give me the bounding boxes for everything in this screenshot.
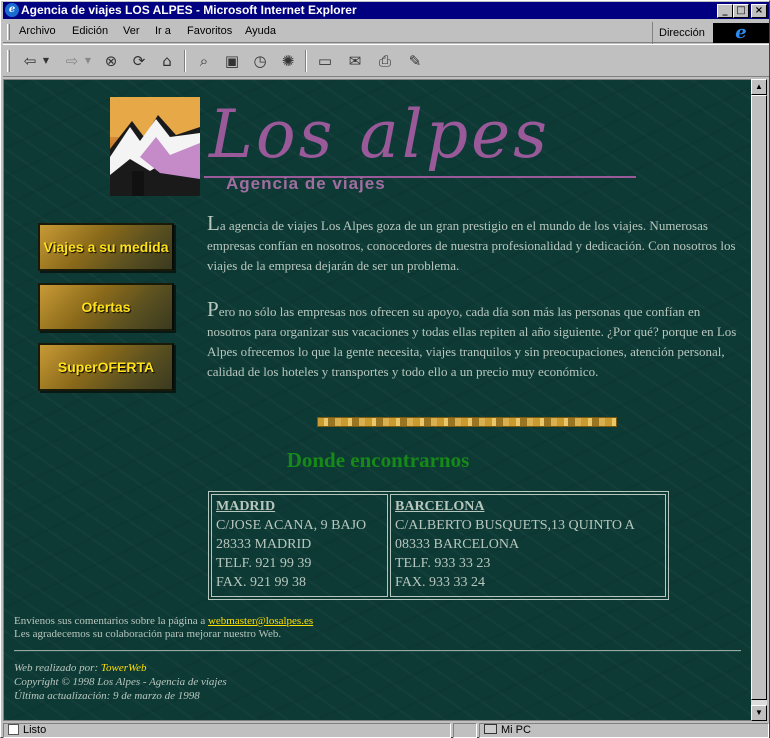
refresh-icon[interactable]: ⟳ xyxy=(128,50,150,72)
office-fax: FAX. 921 99 38 xyxy=(216,575,306,590)
vertical-scrollbar[interactable]: ▲ ▼ xyxy=(751,79,767,721)
nav-label: Ofertas xyxy=(81,298,131,315)
toolbar-separator xyxy=(184,50,186,72)
offices-table: MADRID C/JOSE ACANA, 9 BAJO 28333 MADRID… xyxy=(208,491,669,600)
fullscreen-icon[interactable]: ▭ xyxy=(314,50,336,72)
office-city: BARCELONA xyxy=(395,499,485,514)
minimize-button[interactable]: _ xyxy=(717,4,733,18)
nav-viajes-a-su-medida[interactable]: Viajes a su medida xyxy=(38,223,174,271)
intro-text-2: ero no sólo las empresas nos ofrecen su … xyxy=(207,304,737,379)
computer-icon xyxy=(484,724,497,734)
maximize-button[interactable]: □ xyxy=(733,4,749,18)
back-arrow-icon[interactable]: ⇦ xyxy=(19,50,41,72)
intro-paragraph-1: La agencia de viajes Los Alpes goza de u… xyxy=(207,213,737,276)
office-madrid: MADRID C/JOSE ACANA, 9 BAJO 28333 MADRID… xyxy=(211,494,388,597)
status-text-panel: Listo xyxy=(3,723,451,738)
logo-title: Los alpes xyxy=(209,96,551,173)
menu-grip xyxy=(7,24,10,40)
drop-cap: P xyxy=(207,297,219,321)
towerweb-link[interactable]: TowerWeb xyxy=(101,662,147,674)
toolbar-grip xyxy=(7,50,10,72)
nav-ofertas[interactable]: Ofertas xyxy=(38,283,174,331)
toolbar-separator xyxy=(305,50,307,72)
donde-heading: Donde encontrarnos xyxy=(286,448,470,472)
back-dropdown-icon[interactable]: ▼ xyxy=(41,50,51,72)
scroll-thumb[interactable] xyxy=(751,95,767,700)
favorites-icon[interactable]: ▣ xyxy=(221,50,243,72)
status-text: Listo xyxy=(23,724,47,736)
office-postal: 28333 MADRID xyxy=(216,537,312,552)
comment-thanks: Les agradecemos su colaboración para mej… xyxy=(14,628,282,640)
office-street: C/JOSE ACANA, 9 BAJO xyxy=(216,518,367,533)
horizontal-rule xyxy=(14,650,741,652)
gold-divider xyxy=(317,417,617,427)
office-phone: TELF. 933 33 23 xyxy=(395,556,491,571)
browser-window: e Agencia de viajes LOS ALPES - Microsof… xyxy=(0,0,770,738)
drop-cap: L xyxy=(207,211,220,235)
address-label[interactable]: Dirección xyxy=(659,27,705,39)
webmaster-email-link[interactable]: webmaster@losalpes.es xyxy=(208,615,313,627)
zone-panel: Mi PC xyxy=(479,723,769,738)
page-viewport: Los alpes Agencia de viajes Viajes a su … xyxy=(3,79,751,721)
toolbar: ⇦ ▼ ⇨ ▼ ⊗ ⟳ ⌂ ⌕ ▣ ◷ ✺ ▭ ✉ ⎙ ✎ xyxy=(3,44,769,77)
status-panel xyxy=(453,723,477,738)
office-barcelona: BARCELONA C/ALBERTO BUSQUETS,13 QUINTO A… xyxy=(390,494,666,597)
scroll-up-icon[interactable]: ▲ xyxy=(751,79,767,95)
forward-arrow-icon[interactable]: ⇨ xyxy=(61,50,83,72)
menu-ver[interactable]: Ver xyxy=(123,25,140,37)
stop-icon[interactable]: ⊗ xyxy=(100,50,122,72)
comments-block: Envíenos sus comentarios sobre la página… xyxy=(14,615,313,641)
credits-prefix: Web realizado por: xyxy=(14,662,101,674)
menu-favoritos[interactable]: Favoritos xyxy=(187,25,232,37)
menu-edicion[interactable]: Edición xyxy=(72,25,108,37)
office-postal: 08333 BARCELONA xyxy=(395,537,520,552)
menu-archivo[interactable]: Archivo xyxy=(19,25,56,37)
copyright-text: Copyright © 1998 Los Alpes - Agencia de … xyxy=(14,676,227,688)
address-area: Dirección e xyxy=(652,22,769,44)
logo-subtitle: Agencia de viajes xyxy=(226,174,386,193)
ie-logo-icon: e xyxy=(713,23,769,43)
channels-icon[interactable]: ✺ xyxy=(277,50,299,72)
home-icon[interactable]: ⌂ xyxy=(156,50,178,72)
mail-icon[interactable]: ✉ xyxy=(344,50,366,72)
scroll-down-icon[interactable]: ▼ xyxy=(751,705,767,721)
office-street: C/ALBERTO BUSQUETS,13 QUINTO A xyxy=(395,518,635,533)
office-phone: TELF. 921 99 39 xyxy=(216,556,312,571)
mountain-logo-image xyxy=(110,97,200,196)
intro-text-1: a agencia de viajes Los Alpes goza de un… xyxy=(207,218,736,273)
ie-app-icon: e xyxy=(5,3,19,17)
edit-icon[interactable]: ✎ xyxy=(404,50,426,72)
nav-superoferta[interactable]: SuperOFERTA xyxy=(38,343,174,391)
window-title: Agencia de viajes LOS ALPES - Microsoft … xyxy=(21,3,357,17)
nav-label: SuperOFERTA xyxy=(57,358,155,375)
office-fax: FAX. 933 33 24 xyxy=(395,575,485,590)
forward-dropdown-icon[interactable]: ▼ xyxy=(83,50,93,72)
search-icon[interactable]: ⌕ xyxy=(193,50,215,72)
print-icon[interactable]: ⎙ xyxy=(374,50,396,72)
page-loaded-icon xyxy=(8,724,19,735)
last-update-text: Última actualización: 9 de marzo de 1998 xyxy=(14,690,200,702)
office-city: MADRID xyxy=(216,499,276,514)
close-button[interactable]: × xyxy=(751,4,767,18)
zone-text: Mi PC xyxy=(501,724,531,736)
history-icon[interactable]: ◷ xyxy=(249,50,271,72)
menu-ayuda[interactable]: Ayuda xyxy=(245,25,276,37)
nav-label: Viajes a su medida xyxy=(43,238,169,255)
title-bar: e Agencia de viajes LOS ALPES - Microsof… xyxy=(3,2,769,19)
menu-ir-a[interactable]: Ir a xyxy=(155,25,171,37)
status-bar: Listo Mi PC xyxy=(3,722,769,738)
credits-block: Web realizado por: TowerWeb Copyright © … xyxy=(14,661,227,703)
intro-paragraph-2: Pero no sólo las empresas nos ofrecen su… xyxy=(207,299,737,382)
comment-prefix: Envíenos sus comentarios sobre la página… xyxy=(14,615,208,627)
